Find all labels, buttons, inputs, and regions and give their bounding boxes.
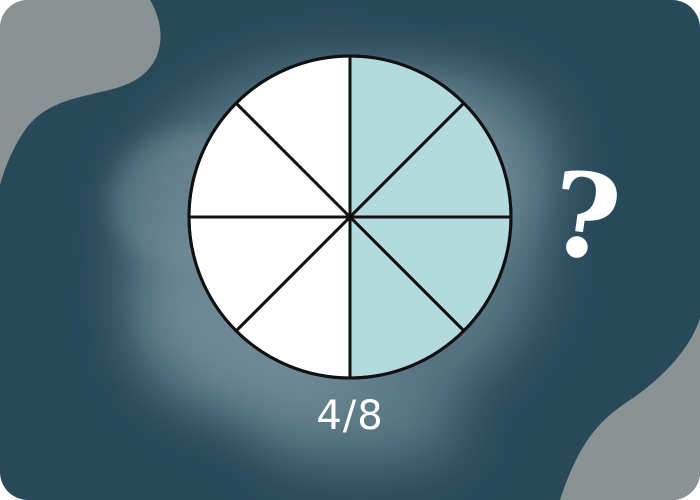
fraction-card: 4/8 ?	[0, 0, 700, 500]
question-mark-icon: ?	[541, 144, 629, 290]
fraction-label: 4/8	[316, 393, 384, 439]
fraction-circle	[187, 54, 513, 380]
